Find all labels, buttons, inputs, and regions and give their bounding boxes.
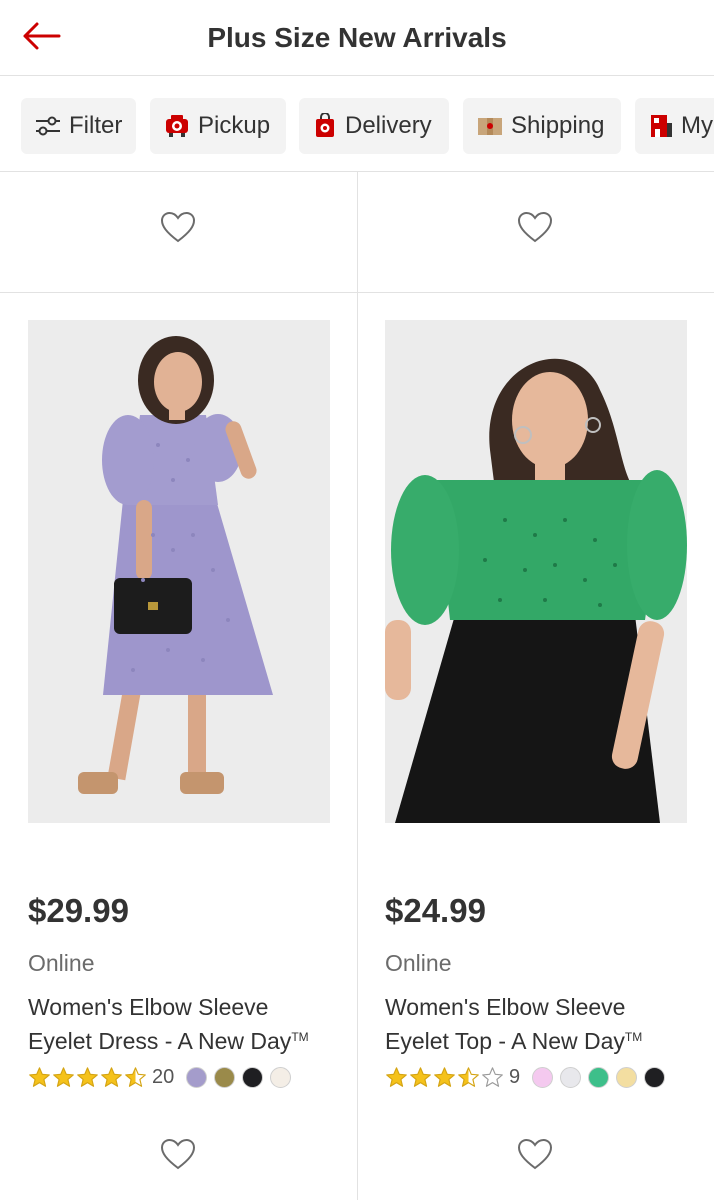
product-availability: Online bbox=[28, 950, 95, 976]
trademark-mark: TM bbox=[624, 1030, 643, 1044]
filter-chip-label: Filter bbox=[69, 112, 123, 139]
heart-icon bbox=[160, 211, 196, 248]
color-swatches bbox=[532, 1066, 672, 1088]
page-title: Plus Size New Arrivals bbox=[207, 22, 507, 53]
shipping-chip[interactable]: Shipping bbox=[463, 98, 621, 154]
color-swatch[interactable] bbox=[270, 1066, 292, 1088]
pickup-icon bbox=[164, 113, 190, 139]
star-icon bbox=[101, 1067, 122, 1087]
product-price: $24.99 bbox=[385, 892, 486, 929]
favorite-button[interactable] bbox=[515, 211, 555, 247]
product-title-line: Women's Elbow Sleeve bbox=[28, 994, 269, 1020]
product-title-text: Eyelet Top - A New Day bbox=[385, 1028, 625, 1054]
color-swatches bbox=[186, 1066, 298, 1088]
store-chip[interactable]: My bbox=[635, 98, 714, 154]
product-image[interactable] bbox=[28, 320, 330, 823]
color-swatch[interactable] bbox=[560, 1066, 582, 1088]
product-availability: Online bbox=[385, 950, 452, 976]
color-swatch[interactable] bbox=[616, 1066, 638, 1088]
product-rating: 9 bbox=[385, 1064, 672, 1090]
grid-divider bbox=[357, 172, 358, 1200]
top-photo-illustration bbox=[385, 320, 687, 823]
favorite-button[interactable] bbox=[158, 211, 198, 247]
favorite-button[interactable] bbox=[158, 1138, 198, 1174]
product-title-line: Women's Elbow Sleeve bbox=[385, 994, 626, 1020]
heart-icon bbox=[517, 211, 553, 248]
product-title-line: Eyelet Dress - A New DayTM bbox=[28, 1022, 348, 1056]
heart-icon bbox=[160, 1138, 196, 1175]
delivery-chip-label: Delivery bbox=[345, 112, 432, 139]
app: Plus Size New Arrivals Filter Pickup Del… bbox=[0, 0, 714, 1200]
review-count: 20 bbox=[152, 1065, 175, 1088]
star-icon bbox=[410, 1067, 431, 1087]
row-divider bbox=[0, 292, 714, 293]
product-title-link[interactable]: Women's Elbow Sleeve Eyelet Dress - A Ne… bbox=[28, 992, 348, 1056]
product-price: $29.99 bbox=[28, 892, 129, 929]
filter-chip[interactable]: Filter bbox=[21, 98, 136, 154]
pickup-chip-label: Pickup bbox=[198, 112, 271, 139]
color-swatch[interactable] bbox=[532, 1066, 554, 1088]
favorite-button[interactable] bbox=[515, 1138, 555, 1174]
store-icon bbox=[649, 113, 673, 139]
product-title-link[interactable]: Women's Elbow Sleeve Eyelet Top - A New … bbox=[385, 992, 705, 1056]
delivery-icon bbox=[313, 113, 337, 139]
color-swatch[interactable] bbox=[186, 1066, 208, 1088]
star-icon bbox=[482, 1067, 503, 1087]
star-icon bbox=[125, 1067, 146, 1087]
pickup-chip[interactable]: Pickup bbox=[150, 98, 286, 154]
star-icon bbox=[77, 1067, 98, 1087]
filter-chip-bar: Filter Pickup Delivery Shipping My bbox=[0, 76, 714, 172]
product-title-line: Eyelet Top - A New DayTM bbox=[385, 1022, 705, 1056]
star-rating bbox=[28, 1066, 148, 1088]
product-title-text: Eyelet Dress - A New Day bbox=[28, 1028, 292, 1054]
shipping-chip-label: Shipping bbox=[511, 112, 605, 139]
star-rating bbox=[385, 1066, 505, 1088]
star-icon bbox=[53, 1067, 74, 1087]
color-swatch[interactable] bbox=[588, 1066, 610, 1088]
star-icon bbox=[434, 1067, 455, 1087]
star-icon bbox=[29, 1067, 50, 1087]
color-swatch[interactable] bbox=[644, 1066, 666, 1088]
product-image[interactable] bbox=[385, 320, 687, 823]
product-rating: 20 bbox=[28, 1064, 298, 1090]
review-count: 9 bbox=[509, 1065, 521, 1088]
trademark-mark: TM bbox=[291, 1030, 309, 1044]
color-swatch[interactable] bbox=[242, 1066, 264, 1088]
color-swatch[interactable] bbox=[214, 1066, 236, 1088]
star-icon bbox=[458, 1067, 479, 1087]
shipping-box-icon bbox=[477, 115, 503, 137]
delivery-chip[interactable]: Delivery bbox=[299, 98, 449, 154]
sliders-icon bbox=[35, 114, 61, 138]
store-chip-label: My bbox=[681, 112, 713, 139]
star-icon bbox=[386, 1067, 407, 1087]
dress-photo-illustration bbox=[28, 320, 330, 823]
heart-icon bbox=[517, 1138, 553, 1175]
header: Plus Size New Arrivals bbox=[0, 0, 714, 76]
